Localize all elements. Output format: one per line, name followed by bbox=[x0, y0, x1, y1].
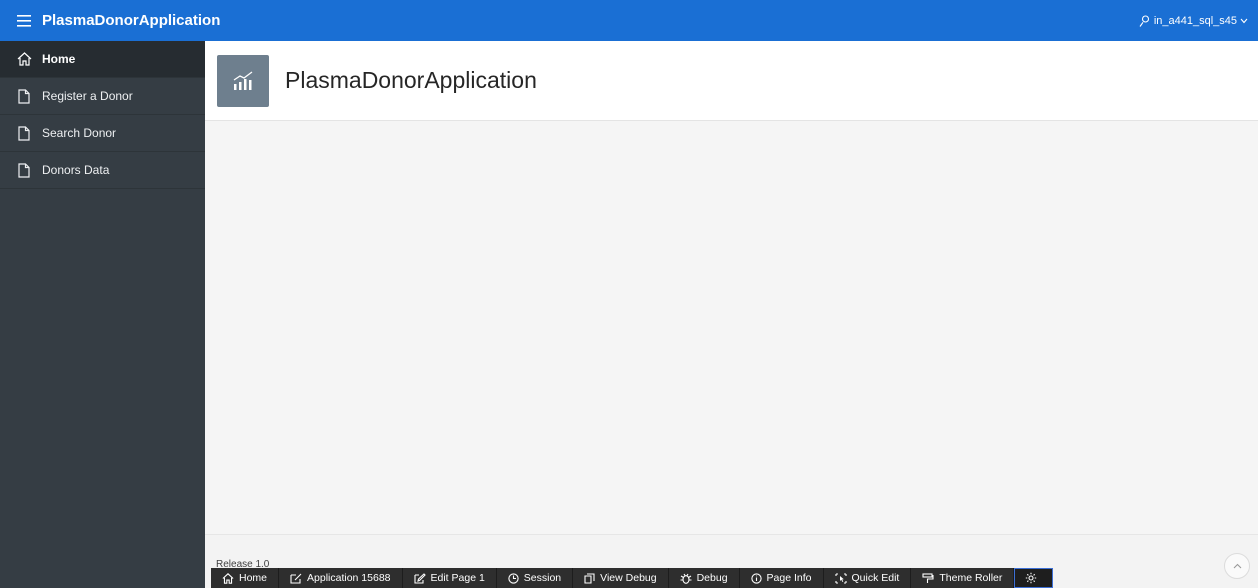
page-icon bbox=[16, 162, 32, 178]
devbar-label: Edit Page 1 bbox=[430, 572, 485, 584]
sidebar-item-home[interactable]: Home bbox=[0, 41, 205, 78]
sidebar-item-register-donor[interactable]: Register a Donor bbox=[0, 78, 205, 115]
paint-roller-icon bbox=[922, 572, 934, 583]
info-icon bbox=[750, 572, 762, 584]
devbar-label: Quick Edit bbox=[851, 572, 900, 584]
devbar-settings-button[interactable] bbox=[1014, 568, 1054, 588]
sidebar-item-search-donor[interactable]: Search Donor bbox=[0, 115, 205, 152]
sidebar-item-label: Home bbox=[42, 52, 76, 66]
user-icon bbox=[1139, 14, 1149, 27]
gear-icon bbox=[1026, 572, 1037, 584]
main-content: PlasmaDonorApplication Release 1.0 bbox=[205, 41, 1258, 588]
user-menu[interactable]: in_a441_sql_s45 bbox=[1139, 0, 1251, 41]
devbar-label: View Debug bbox=[600, 572, 657, 584]
home-icon bbox=[222, 572, 234, 584]
devbar-label: Application 15688 bbox=[307, 572, 391, 584]
devbar-label: Session bbox=[523, 572, 562, 584]
page-title: PlasmaDonorApplication bbox=[285, 67, 537, 93]
page-icon bbox=[16, 88, 32, 104]
page-icon bbox=[16, 125, 32, 141]
devbar-view-debug-button[interactable]: View Debug bbox=[573, 568, 669, 588]
sidebar-item-donors-data[interactable]: Donors Data bbox=[0, 152, 205, 189]
hamburger-menu-button[interactable] bbox=[9, 6, 39, 36]
hero-region: PlasmaDonorApplication bbox=[205, 41, 1258, 121]
app-header: PlasmaDonorApplication in_a441_sql_s45 bbox=[0, 0, 1258, 41]
devbar-theme-roller-button[interactable]: Theme Roller bbox=[911, 568, 1015, 588]
chevron-down-icon bbox=[1240, 18, 1248, 23]
chevron-up-icon bbox=[1233, 563, 1241, 569]
devbar-debug-button[interactable]: Debug bbox=[669, 568, 740, 588]
devbar-quick-edit-button[interactable]: Quick Edit bbox=[824, 568, 912, 588]
edit-page-icon bbox=[413, 572, 426, 584]
devbar-label: Page Info bbox=[766, 572, 812, 584]
devbar-session-button[interactable]: Session bbox=[497, 568, 574, 588]
devbar-label: Home bbox=[239, 572, 268, 584]
sidebar-item-label: Donors Data bbox=[42, 163, 110, 177]
devbar-home-button[interactable]: Home bbox=[211, 568, 280, 588]
home-icon bbox=[16, 51, 32, 67]
side-navigation: Home Register a Donor Search Donor Donor… bbox=[0, 41, 205, 588]
chart-icon bbox=[217, 54, 269, 107]
clock-icon bbox=[508, 572, 519, 584]
edit-app-icon bbox=[290, 573, 302, 584]
scroll-to-top-button[interactable] bbox=[1224, 553, 1250, 579]
view-debug-icon bbox=[584, 572, 595, 584]
devbar-application-button[interactable]: Application 15688 bbox=[279, 568, 403, 588]
devbar-label: Theme Roller bbox=[939, 572, 1003, 584]
devbar-page-info-button[interactable]: Page Info bbox=[740, 568, 824, 588]
hamburger-icon bbox=[17, 14, 31, 27]
sidebar-item-label: Register a Donor bbox=[42, 89, 133, 103]
bug-icon bbox=[680, 573, 692, 584]
user-name: in_a441_sql_s45 bbox=[1153, 14, 1237, 27]
sidebar-item-label: Search Donor bbox=[42, 126, 117, 140]
developer-toolbar: Home Application 15688 Edit Page 1 Sessi… bbox=[211, 568, 1054, 588]
quick-edit-icon bbox=[834, 572, 847, 584]
devbar-edit-page-button[interactable]: Edit Page 1 bbox=[403, 568, 497, 588]
app-title[interactable]: PlasmaDonorApplication bbox=[42, 12, 220, 29]
devbar-label: Debug bbox=[696, 572, 728, 584]
